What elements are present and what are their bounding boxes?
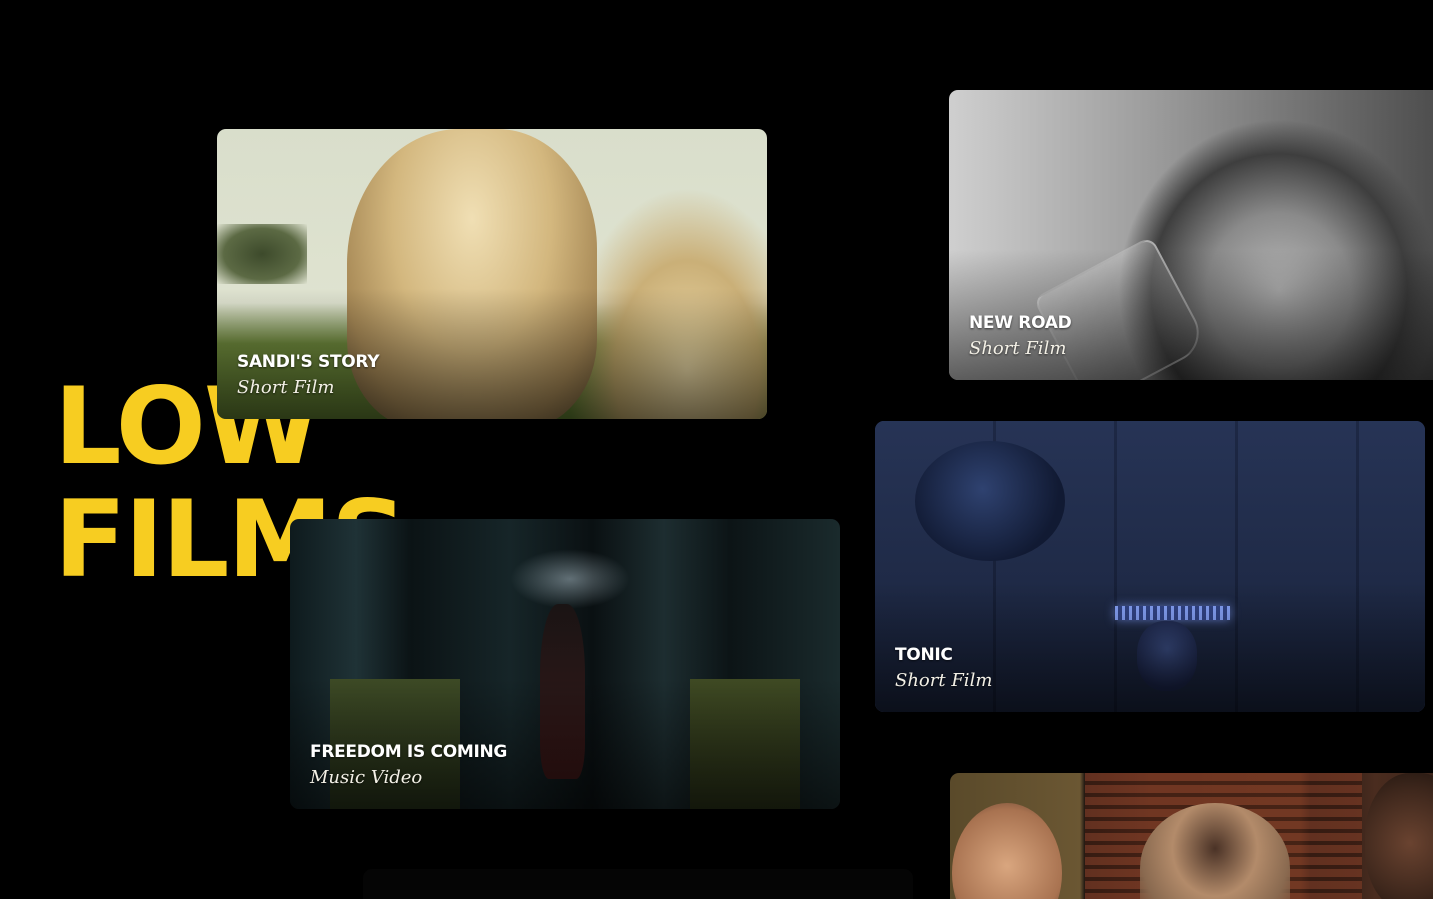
film-title: FREEDOM IS COMING: [310, 742, 508, 762]
film-card-partial[interactable]: [950, 773, 1433, 899]
film-title: TONIC: [895, 645, 953, 665]
film-thumbnail: [950, 773, 1433, 899]
film-card-tonic[interactable]: TONIC Short Film: [875, 421, 1425, 712]
film-card-sandis-story[interactable]: SANDI'S STORY Short Film: [217, 129, 767, 419]
thumbnail-shade: [217, 129, 767, 419]
film-title: SANDI'S STORY: [237, 352, 380, 372]
film-type: Short Film: [237, 377, 335, 398]
film-card-new-road[interactable]: NEW ROAD Short Film: [949, 90, 1433, 380]
film-type: Short Film: [895, 670, 993, 691]
thumbnail-detail: [952, 803, 1062, 899]
film-type: Music Video: [310, 767, 423, 788]
film-title: NEW ROAD: [969, 313, 1072, 333]
film-card-freedom-is-coming[interactable]: FREEDOM IS COMING Music Video: [290, 519, 840, 809]
thumbnail-shade: [290, 519, 840, 809]
film-card-offscreen[interactable]: [363, 869, 913, 899]
film-type: Short Film: [969, 338, 1067, 359]
thumbnail-shade: [949, 90, 1433, 380]
thumbnail-shade: [875, 421, 1425, 712]
thumbnail-detail: [1365, 773, 1433, 899]
